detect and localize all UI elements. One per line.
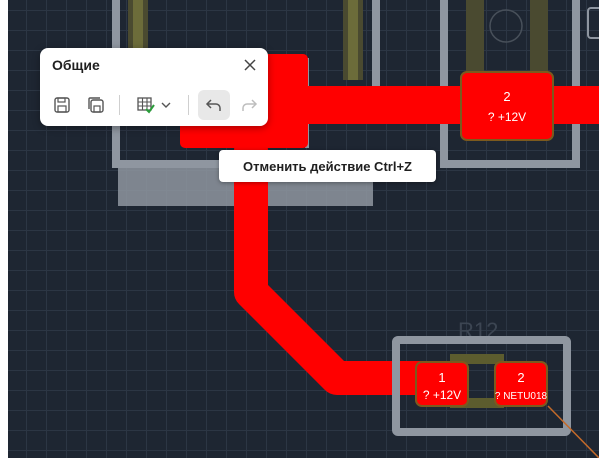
- save-all-icon: [88, 97, 104, 113]
- toolbar-title: Общие: [52, 57, 100, 73]
- r12-pad2-number: 2: [517, 370, 524, 385]
- undo-icon: [205, 99, 221, 111]
- r12-pad1-number: 1: [438, 370, 445, 385]
- redo-icon: [242, 99, 258, 111]
- grid-check-icon: [137, 97, 155, 114]
- chevron-down-icon: [161, 102, 171, 108]
- redo-button[interactable]: [236, 90, 262, 120]
- r12-pad2-net: ? NETU018: [495, 391, 548, 402]
- close-icon[interactable]: [240, 55, 260, 75]
- screen: 2 ? +12V R12 1 ? +12V 2 ? NETU018 Общие: [0, 0, 599, 464]
- undo-tooltip: Отменить действие Ctrl+Z: [219, 150, 436, 182]
- drc-dropdown-button[interactable]: [130, 90, 178, 120]
- top-pad[interactable]: 2 ? +12V: [460, 71, 554, 141]
- undo-button[interactable]: [198, 90, 230, 120]
- bottom-border: [0, 458, 599, 464]
- r12-pad1-net: ? +12V: [423, 388, 461, 402]
- general-toolbar: Общие: [40, 48, 268, 126]
- toolbar-separator: [119, 95, 120, 115]
- save-icon: [54, 97, 70, 113]
- component-r12[interactable]: R12 1 ? +12V 2 ? NETU018: [392, 318, 571, 436]
- toolbar-separator: [188, 95, 189, 115]
- save-button[interactable]: [50, 90, 74, 120]
- top-pad-number: 2: [503, 89, 510, 104]
- top-pad-net: ? +12V: [488, 110, 526, 124]
- left-border: [0, 0, 8, 464]
- save-all-button[interactable]: [84, 90, 108, 120]
